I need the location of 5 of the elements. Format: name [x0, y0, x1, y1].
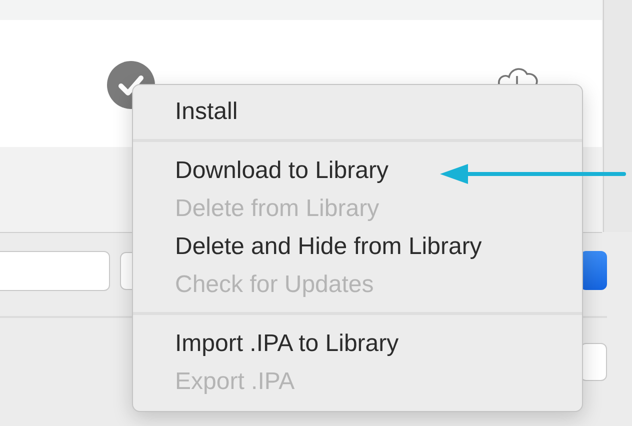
menu-item[interactable]: Install [133, 93, 582, 131]
input-field[interactable] [0, 251, 110, 291]
menu-item[interactable]: Delete and Hide from Library [133, 228, 582, 266]
menu-item[interactable]: Download to Library [133, 152, 582, 190]
menu-item[interactable]: Import .IPA to Library [133, 325, 582, 363]
